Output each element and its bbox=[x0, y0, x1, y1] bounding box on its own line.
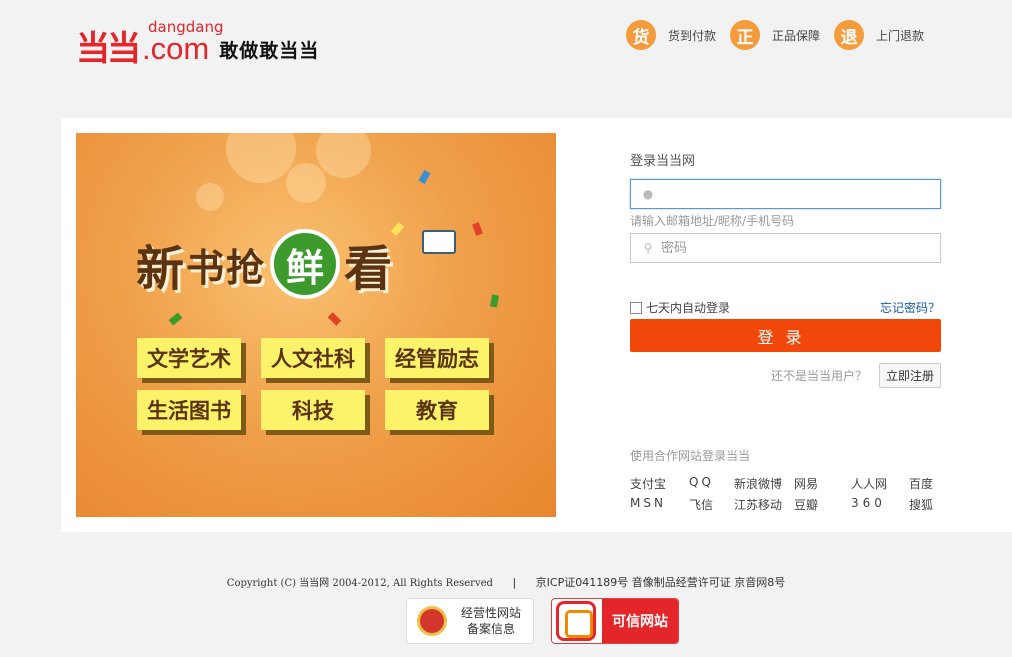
partner-link-renren[interactable]: 人人网 bbox=[851, 475, 909, 492]
footer-copyright: Copyright (C) 当当网 2004-2012, All Rights … bbox=[0, 574, 1012, 590]
register-button[interactable]: 立即注册 bbox=[878, 363, 941, 388]
decor-bubble bbox=[286, 163, 326, 203]
promo-banner[interactable]: 新 书 抢 鲜 看 文学艺术 人文社科 经管励志 生活图书 科技 教育 bbox=[76, 133, 556, 517]
logo-com-text: .com bbox=[142, 31, 210, 66]
partner-link-qq[interactable]: QQ bbox=[689, 475, 734, 492]
register-question: 还不是当当用户？ bbox=[770, 369, 867, 383]
partner-link-alipay[interactable]: 支付宝 bbox=[630, 475, 689, 492]
cod-icon: 货 bbox=[625, 20, 656, 50]
copyright-text: Copyright (C) 当当网 2004-2012, All Rights … bbox=[226, 578, 493, 589]
partner-link-baidu[interactable]: 百度 bbox=[909, 475, 949, 492]
username-input[interactable] bbox=[661, 186, 931, 202]
main-panel: 新 书 抢 鲜 看 文学艺术 人文社科 经管励志 生活图书 科技 教育 登录当当… bbox=[61, 118, 1012, 532]
confetti bbox=[168, 312, 183, 326]
logo-slogan: 敢做敢当当 bbox=[219, 40, 320, 62]
confetti bbox=[327, 312, 342, 326]
username-hint: 请输入邮箱地址/昵称/手机号码 bbox=[630, 214, 795, 228]
promise-genuine: 正 正品保障 bbox=[729, 20, 820, 50]
register-row: 还不是当当用户？ 立即注册 bbox=[771, 363, 941, 388]
partner-link-fetion[interactable]: 飞信 bbox=[689, 496, 734, 513]
category-humanities[interactable]: 人文社科 bbox=[261, 338, 365, 378]
category-business[interactable]: 经管励志 bbox=[385, 338, 489, 378]
record-info-line2: 备案信息 bbox=[467, 622, 516, 636]
footer-separator: | bbox=[512, 576, 517, 589]
category-technology[interactable]: 科技 bbox=[261, 390, 365, 430]
trusted-site-label: 可信网站 bbox=[602, 599, 678, 643]
book-icon bbox=[422, 230, 456, 254]
headline-char: 抢 bbox=[226, 244, 265, 290]
license-text[interactable]: 京ICP证041189号 音像制品经营许可证 京音网8号 bbox=[536, 576, 786, 589]
partner-link-msn[interactable]: MSN bbox=[630, 496, 689, 513]
logo[interactable]: 当当 dangdang .com 敢做敢当当 bbox=[76, 18, 320, 69]
record-info-line1: 经营性网站 bbox=[461, 606, 522, 620]
partner-link-douban[interactable]: 豆瓣 bbox=[794, 496, 851, 513]
forgot-password-link[interactable]: 忘记密码？ bbox=[880, 299, 940, 316]
banner-headline: 新 书 抢 鲜 看 bbox=[136, 229, 394, 299]
category-education[interactable]: 教育 bbox=[385, 390, 489, 430]
password-input[interactable] bbox=[661, 240, 931, 256]
category-literature[interactable]: 文学艺术 bbox=[137, 338, 241, 378]
promise-label: 货到付款 bbox=[667, 28, 716, 43]
confetti bbox=[418, 170, 431, 184]
logo-mark: 当当 bbox=[76, 29, 141, 69]
logo-wordmark: dangdang .com bbox=[142, 18, 223, 66]
partner-link-netease[interactable]: 网易 bbox=[794, 475, 851, 492]
service-promises: 货 货到付款 正 正品保障 退 上门退款 bbox=[612, 20, 924, 50]
headline-char: 鲜 bbox=[286, 244, 325, 290]
partner-link-weibo[interactable]: 新浪微博 bbox=[734, 475, 794, 492]
genuine-icon: 正 bbox=[729, 20, 760, 50]
confetti bbox=[490, 294, 499, 308]
headline-char: 看 bbox=[344, 241, 393, 297]
headline-highlight: 鲜 bbox=[270, 229, 341, 299]
record-info-badge[interactable]: 经营性网站 备案信息 bbox=[406, 598, 534, 644]
record-info-text: 经营性网站 备案信息 bbox=[461, 605, 521, 637]
promise-label: 正品保障 bbox=[771, 28, 820, 43]
partner-link-jsmobile[interactable]: 江苏移动 bbox=[734, 496, 794, 513]
decor-bubble bbox=[316, 133, 371, 178]
promise-refund: 退 上门退款 bbox=[833, 20, 924, 50]
decor-bubble bbox=[226, 133, 296, 183]
partner-link-360[interactable]: 360 bbox=[851, 496, 909, 513]
username-field[interactable]: ● bbox=[630, 179, 941, 209]
trusted-site-badge[interactable]: 可信网站 bbox=[551, 598, 679, 644]
partner-link-sohu[interactable]: 搜狐 bbox=[909, 496, 949, 513]
trusted-site-icon bbox=[556, 601, 596, 641]
remember-me[interactable]: 七天内自动登录 bbox=[630, 299, 730, 316]
seal-icon bbox=[417, 606, 447, 636]
headline-char: 书 bbox=[186, 244, 225, 290]
login-title: 登录当当网 bbox=[630, 154, 696, 169]
decor-bubble bbox=[196, 183, 224, 211]
partner-login-list: 支付宝 QQ 新浪微博 网易 人人网 百度 MSN 飞信 江苏移动 豆瓣 360… bbox=[630, 475, 950, 513]
key-icon: ⚲ bbox=[643, 241, 653, 255]
user-icon: ● bbox=[642, 187, 654, 201]
password-field[interactable]: ⚲ bbox=[630, 233, 941, 263]
login-button[interactable]: 登录 bbox=[630, 319, 941, 352]
confetti bbox=[472, 222, 483, 236]
refund-icon: 退 bbox=[833, 20, 864, 50]
promise-cod: 货 货到付款 bbox=[625, 20, 716, 50]
category-lifestyle[interactable]: 生活图书 bbox=[137, 390, 241, 430]
remember-checkbox[interactable] bbox=[630, 301, 642, 314]
promise-label: 上门退款 bbox=[875, 28, 924, 43]
remember-label: 七天内自动登录 bbox=[646, 301, 731, 315]
partners-title: 使用合作网站登录当当 bbox=[630, 449, 751, 463]
logo-small-text: dangdang bbox=[148, 18, 224, 36]
headline-char: 新 bbox=[136, 241, 185, 297]
